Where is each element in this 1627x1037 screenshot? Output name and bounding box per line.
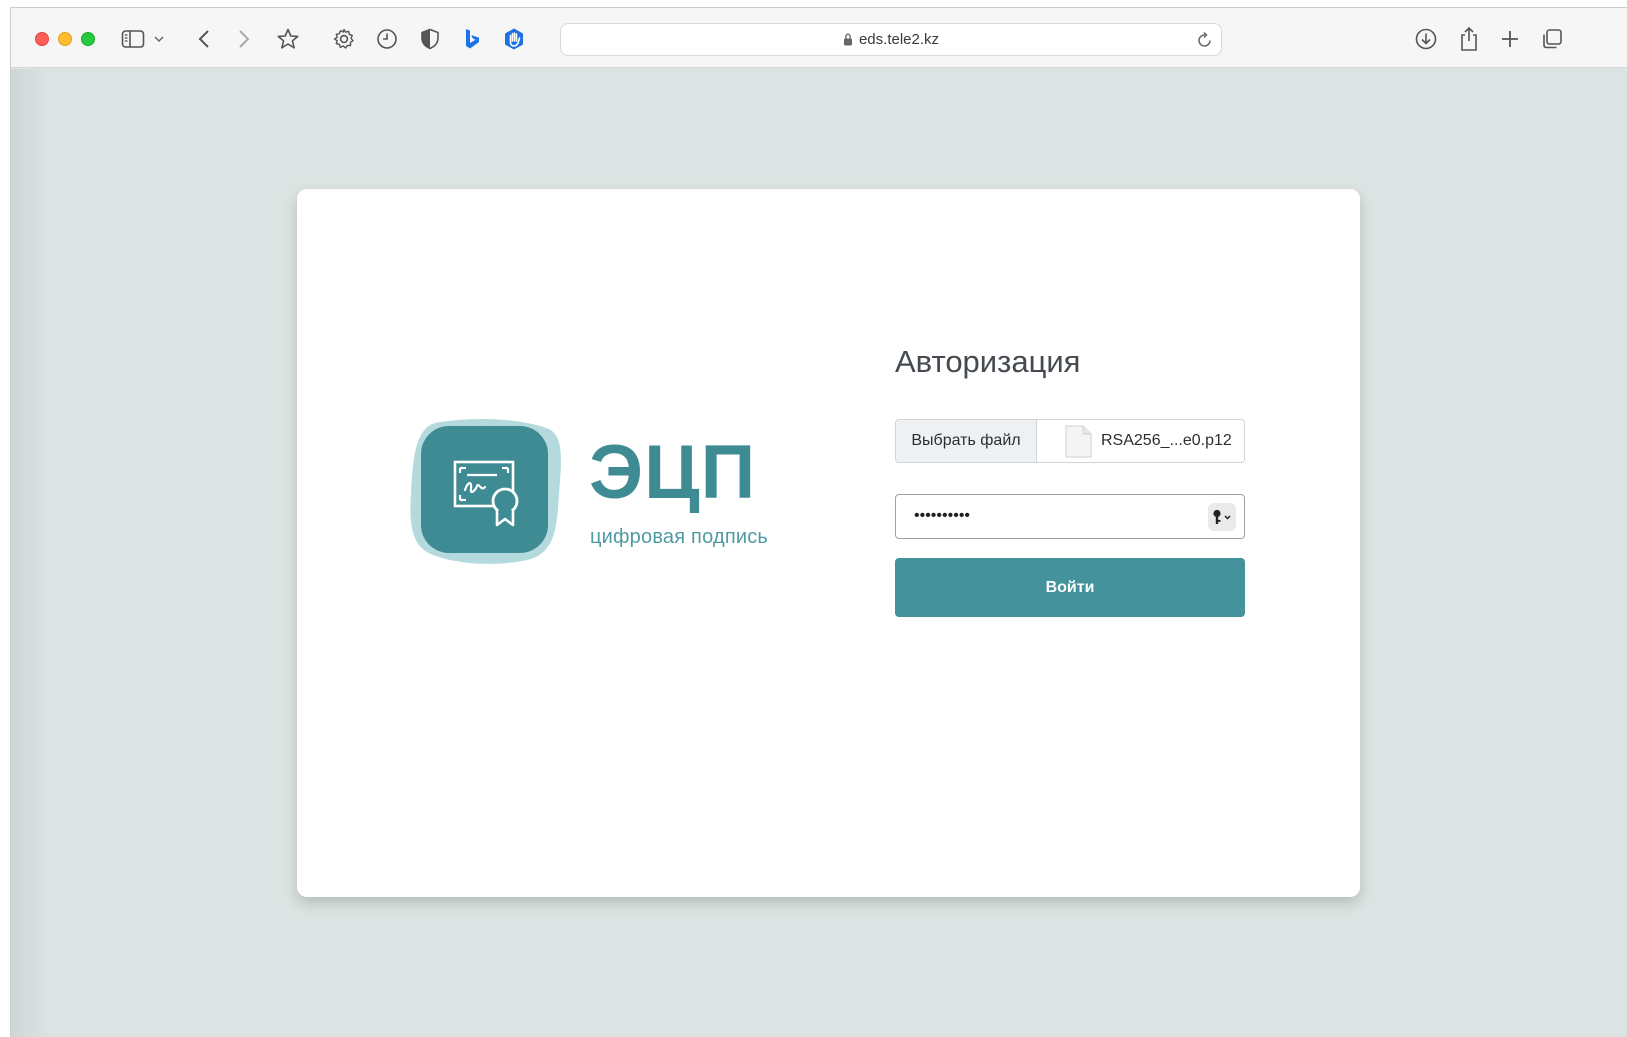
document-icon <box>1064 425 1092 462</box>
browser-window: eds.tele2.kz ЭЦП цифровая подпись Автори… <box>10 7 1627 1037</box>
url-text: eds.tele2.kz <box>858 31 940 48</box>
selected-file-name: RSA256_...e0.p12 <box>1101 432 1232 449</box>
minimize-window-button[interactable] <box>58 32 72 46</box>
browser-toolbar: eds.tele2.kz <box>11 8 1627 68</box>
choose-file-button[interactable]: Выбрать файл <box>896 420 1037 462</box>
clock-icon[interactable] <box>374 26 400 52</box>
download-icon[interactable] <box>1413 26 1439 52</box>
logo: ЭЦП цифровая подпись <box>409 415 799 565</box>
certificate-logo-icon <box>410 419 561 564</box>
bookmark-star-icon[interactable] <box>275 26 301 52</box>
tabs-overview-icon[interactable] <box>1539 26 1565 52</box>
login-card: ЭЦП цифровая подпись Авторизация Выбрать… <box>297 189 1360 897</box>
new-tab-plus-icon[interactable] <box>1497 26 1523 52</box>
reload-icon[interactable] <box>1197 31 1213 53</box>
sidebar-icon[interactable] <box>120 26 146 52</box>
logo-subtitle: цифровая подпись <box>590 526 769 548</box>
close-window-button[interactable] <box>35 32 49 46</box>
page-viewport: ЭЦП цифровая подпись Авторизация Выбрать… <box>11 69 1627 1037</box>
logo-wordmark: ЭЦП <box>589 430 757 515</box>
chevron-down-icon[interactable] <box>151 26 167 52</box>
gear-icon[interactable] <box>331 26 357 52</box>
password-field[interactable]: •••••••••• <box>895 494 1245 539</box>
back-icon[interactable] <box>191 26 217 52</box>
address-bar[interactable]: eds.tele2.kz <box>560 23 1222 56</box>
lock-icon <box>843 33 853 46</box>
page-title: Авторизация <box>895 344 1081 379</box>
share-icon[interactable] <box>1456 26 1482 52</box>
login-button[interactable]: Войти <box>895 558 1245 617</box>
password-value: •••••••••• <box>914 507 971 524</box>
hand-block-icon[interactable] <box>501 26 527 52</box>
password-key-icon[interactable] <box>1208 503 1236 531</box>
bing-icon[interactable] <box>459 26 485 52</box>
certificate-file-input[interactable]: Выбрать файл RSA256_...e0.p12 <box>895 419 1245 463</box>
zoom-window-button[interactable] <box>81 32 95 46</box>
forward-icon[interactable] <box>231 26 257 52</box>
left-edge-shadow <box>11 69 51 1037</box>
shield-icon[interactable] <box>417 26 443 52</box>
